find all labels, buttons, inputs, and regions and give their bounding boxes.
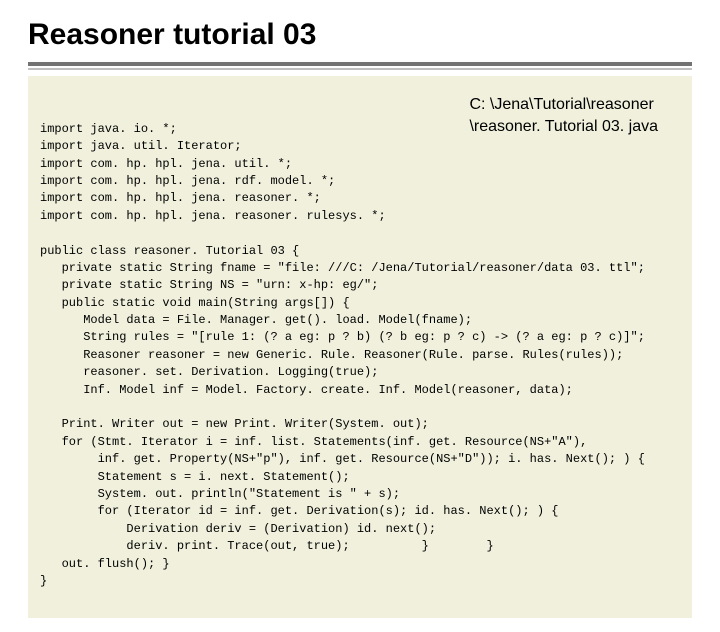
file-path-label: C: \Jena\Tutorial\reasoner \reasoner. Tu… <box>469 94 658 137</box>
title-underline-thick <box>28 62 692 66</box>
code-imports: import java. io. *; import java. util. I… <box>40 122 386 223</box>
file-path-line1: C: \Jena\Tutorial\reasoner <box>469 94 658 116</box>
title-underline-thin <box>28 68 692 70</box>
file-path-line2: \reasoner. Tutorial 03. java <box>469 116 658 138</box>
code-class-decl: public class reasoner. Tutorial 03 { pri… <box>40 244 645 397</box>
slide-title: Reasoner tutorial 03 <box>28 18 692 52</box>
code-block: C: \Jena\Tutorial\reasoner \reasoner. Tu… <box>28 76 692 618</box>
slide-container: Reasoner tutorial 03 C: \Jena\Tutorial\r… <box>0 0 720 632</box>
code-body: Print. Writer out = new Print. Writer(Sy… <box>40 417 645 588</box>
